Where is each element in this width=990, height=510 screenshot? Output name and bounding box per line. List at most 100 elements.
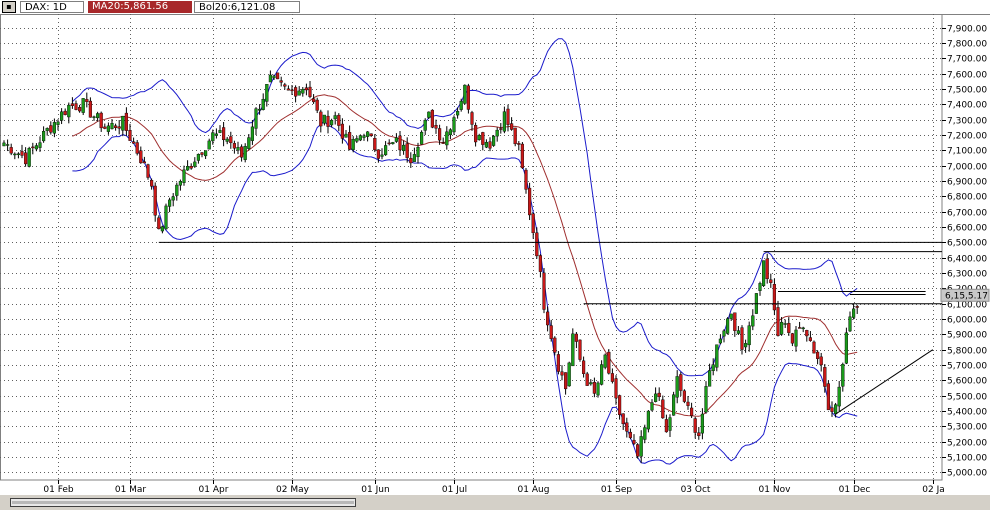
candle-body bbox=[344, 133, 348, 138]
candle-body bbox=[517, 143, 521, 145]
candle-body bbox=[207, 140, 211, 150]
candle bbox=[315, 97, 319, 114]
candle bbox=[664, 414, 668, 433]
candle-body bbox=[49, 125, 53, 133]
candle-body bbox=[31, 146, 35, 149]
candle-body bbox=[736, 330, 740, 334]
candle-body bbox=[459, 100, 463, 110]
symbol-label[interactable]: DAX: 1D bbox=[20, 1, 84, 13]
candle-body bbox=[502, 111, 506, 132]
candle-body bbox=[772, 284, 776, 311]
y-tick-label: 6,300.00 bbox=[947, 270, 987, 280]
candle bbox=[769, 273, 773, 288]
candle bbox=[81, 98, 85, 116]
candle bbox=[319, 109, 323, 133]
candle bbox=[182, 165, 186, 186]
y-tick-label: 7,800.00 bbox=[947, 40, 987, 50]
candle-body bbox=[416, 147, 420, 158]
candle-body bbox=[312, 98, 316, 103]
candle-body bbox=[185, 166, 190, 171]
candle-body bbox=[578, 339, 582, 360]
candle-body bbox=[294, 87, 298, 97]
candle bbox=[113, 123, 118, 131]
candle-body bbox=[571, 333, 575, 367]
scrollbar-thumb[interactable] bbox=[10, 498, 356, 507]
candle bbox=[628, 428, 632, 440]
candle-body bbox=[524, 169, 528, 190]
candle bbox=[567, 361, 571, 387]
candle bbox=[88, 97, 92, 118]
candle-body bbox=[250, 126, 254, 141]
candle-body bbox=[830, 407, 834, 412]
ma-indicator-label[interactable]: MA20:5,861.56 bbox=[88, 1, 192, 13]
candle bbox=[654, 387, 658, 403]
candle-body bbox=[758, 283, 762, 291]
candle bbox=[131, 137, 136, 144]
candle bbox=[283, 82, 287, 90]
candle bbox=[499, 123, 503, 134]
candle bbox=[445, 126, 449, 150]
candle bbox=[261, 93, 265, 111]
candle-body bbox=[74, 103, 78, 110]
candle-body bbox=[812, 341, 816, 354]
candle-body bbox=[715, 344, 719, 368]
candle bbox=[9, 143, 13, 156]
candle-body bbox=[769, 279, 773, 283]
candle bbox=[189, 163, 193, 170]
candle-body bbox=[492, 135, 496, 146]
candle bbox=[279, 76, 283, 87]
price-chart[interactable]: 5,000.00 5,100.00 5,200.00 5,300.00 5,400.00… bbox=[0, 14, 990, 494]
candle bbox=[38, 136, 42, 152]
candle-body bbox=[751, 315, 755, 327]
candle-body bbox=[164, 205, 168, 230]
candle bbox=[304, 83, 308, 96]
candle-body bbox=[276, 72, 280, 80]
candle-body bbox=[153, 185, 157, 216]
candle bbox=[394, 133, 398, 143]
bollinger-indicator-label[interactable]: Bol20:6,121.08 bbox=[194, 1, 300, 13]
candle bbox=[661, 395, 665, 419]
candle bbox=[358, 134, 362, 142]
chart-window-icon[interactable]: ▪ bbox=[2, 1, 16, 13]
candle-body bbox=[24, 152, 28, 165]
candle-body bbox=[160, 226, 164, 232]
candle bbox=[434, 119, 438, 134]
candle-body bbox=[585, 373, 589, 386]
candle bbox=[412, 147, 416, 162]
candle-body bbox=[304, 87, 308, 91]
candle-body bbox=[286, 88, 290, 91]
candle bbox=[247, 134, 251, 151]
candle-body bbox=[427, 111, 431, 118]
candle-body bbox=[528, 187, 532, 216]
candle bbox=[20, 144, 24, 159]
y-tick-label: 6,800.00 bbox=[947, 193, 987, 203]
candle bbox=[225, 136, 229, 145]
candle bbox=[124, 107, 128, 136]
candle bbox=[600, 360, 604, 386]
candle-body bbox=[301, 89, 305, 94]
candle bbox=[614, 375, 618, 405]
candle-body bbox=[239, 146, 244, 158]
candle-body bbox=[826, 383, 830, 411]
horizontal-scrollbar[interactable] bbox=[0, 494, 990, 510]
candle-body bbox=[834, 404, 838, 415]
y-tick-label: 5,000.00 bbox=[947, 469, 987, 479]
candle bbox=[340, 118, 344, 144]
candle-body bbox=[279, 80, 283, 83]
candle-body bbox=[373, 138, 377, 151]
candle-body bbox=[265, 84, 269, 102]
candle-body bbox=[762, 260, 766, 287]
candle bbox=[776, 300, 780, 337]
candle bbox=[794, 325, 798, 352]
candle bbox=[495, 127, 499, 142]
candle bbox=[722, 329, 726, 343]
x-tick-label: 01 Sep bbox=[601, 485, 633, 494]
candle-body bbox=[139, 150, 143, 164]
candle-body bbox=[42, 131, 46, 142]
candle bbox=[715, 344, 719, 372]
candle-body bbox=[369, 133, 373, 136]
candle-body bbox=[95, 113, 100, 119]
candle-body bbox=[60, 111, 64, 121]
candle bbox=[203, 150, 208, 159]
candle bbox=[13, 152, 17, 160]
